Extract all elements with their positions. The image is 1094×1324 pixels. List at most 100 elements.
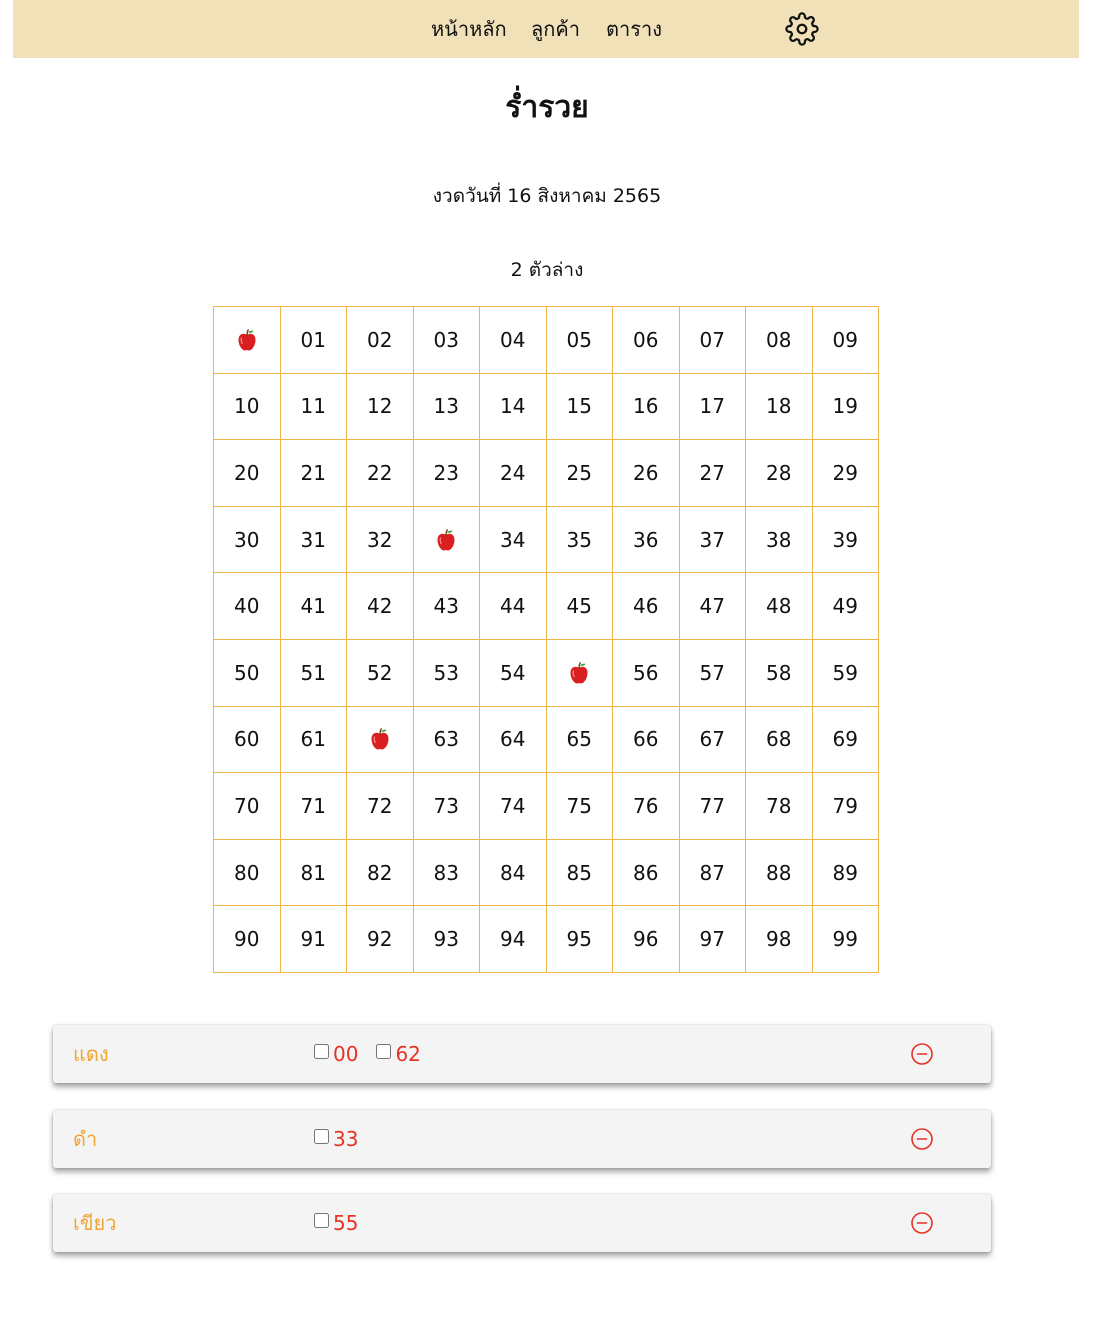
grid-cell[interactable]: 87 — [679, 839, 746, 907]
gear-icon[interactable] — [785, 12, 819, 46]
grid-cell[interactable]: 13 — [413, 373, 480, 441]
grid-cell[interactable]: 10 — [214, 373, 281, 441]
grid-cell[interactable]: 26 — [613, 440, 680, 507]
grid-cell[interactable]: 20 — [214, 440, 281, 507]
group-number-item[interactable]: 55 — [314, 1209, 358, 1237]
remove-circle-icon[interactable] — [910, 1127, 934, 1151]
grid-cell[interactable]: 09 — [812, 307, 879, 374]
grid-cell[interactable]: 80 — [214, 839, 281, 907]
grid-cell[interactable]: 92 — [347, 906, 414, 973]
grid-cell[interactable]: 30 — [214, 506, 281, 574]
grid-cell[interactable]: 34 — [480, 506, 547, 574]
grid-cell[interactable]: 14 — [480, 373, 547, 441]
grid-cell[interactable]: 22 — [347, 440, 414, 507]
grid-cell[interactable]: 53 — [413, 639, 480, 707]
grid-cell[interactable] — [214, 307, 281, 374]
grid-cell[interactable]: 82 — [347, 839, 414, 907]
grid-cell[interactable]: 38 — [746, 506, 813, 574]
grid-cell[interactable]: 93 — [413, 906, 480, 973]
grid-cell[interactable]: 48 — [746, 573, 813, 640]
grid-cell[interactable]: 49 — [812, 573, 879, 640]
grid-cell[interactable]: 42 — [347, 573, 414, 640]
grid-cell[interactable]: 98 — [746, 906, 813, 973]
grid-cell[interactable] — [413, 506, 480, 574]
grid-cell[interactable]: 68 — [746, 706, 813, 774]
grid-cell[interactable]: 95 — [546, 906, 613, 973]
grid-cell[interactable]: 56 — [613, 639, 680, 707]
grid-cell[interactable]: 05 — [546, 307, 613, 374]
grid-cell[interactable]: 54 — [480, 639, 547, 707]
grid-cell[interactable]: 31 — [280, 506, 347, 574]
grid-cell[interactable]: 77 — [679, 773, 746, 840]
grid-cell[interactable]: 15 — [546, 373, 613, 441]
grid-cell[interactable]: 97 — [679, 906, 746, 973]
grid-cell[interactable]: 03 — [413, 307, 480, 374]
number-checkbox[interactable] — [314, 1212, 329, 1228]
grid-cell[interactable] — [347, 706, 414, 774]
grid-cell[interactable]: 75 — [546, 773, 613, 840]
grid-cell[interactable]: 44 — [480, 573, 547, 640]
grid-cell[interactable]: 39 — [812, 506, 879, 574]
nav-customers-link[interactable]: ลูกค้า — [531, 15, 580, 43]
grid-cell[interactable]: 79 — [812, 773, 879, 840]
grid-cell[interactable]: 08 — [746, 307, 813, 374]
grid-cell[interactable]: 45 — [546, 573, 613, 640]
grid-cell[interactable]: 88 — [746, 839, 813, 907]
grid-cell[interactable]: 64 — [480, 706, 547, 774]
grid-cell[interactable]: 27 — [679, 440, 746, 507]
remove-circle-icon[interactable] — [910, 1211, 934, 1235]
grid-cell[interactable]: 46 — [613, 573, 680, 640]
grid-cell[interactable]: 21 — [280, 440, 347, 507]
grid-cell[interactable]: 47 — [679, 573, 746, 640]
number-checkbox[interactable] — [314, 1128, 329, 1144]
grid-cell[interactable]: 65 — [546, 706, 613, 774]
grid-cell[interactable]: 86 — [613, 839, 680, 907]
grid-cell[interactable]: 60 — [214, 706, 281, 774]
grid-cell[interactable]: 43 — [413, 573, 480, 640]
remove-circle-icon[interactable] — [910, 1042, 934, 1066]
grid-cell[interactable]: 69 — [812, 706, 879, 774]
grid-cell[interactable]: 40 — [214, 573, 281, 640]
grid-cell[interactable]: 94 — [480, 906, 547, 973]
grid-cell[interactable]: 72 — [347, 773, 414, 840]
grid-cell[interactable]: 91 — [280, 906, 347, 973]
grid-cell[interactable]: 58 — [746, 639, 813, 707]
grid-cell[interactable]: 73 — [413, 773, 480, 840]
number-checkbox[interactable] — [314, 1043, 329, 1059]
grid-cell[interactable]: 41 — [280, 573, 347, 640]
grid-cell[interactable]: 19 — [812, 373, 879, 441]
nav-home-link[interactable]: หน้าหลัก — [431, 15, 507, 43]
grid-cell[interactable]: 28 — [746, 440, 813, 507]
grid-cell[interactable]: 70 — [214, 773, 281, 840]
grid-cell[interactable]: 96 — [613, 906, 680, 973]
nav-table-link[interactable]: ตาราง — [606, 15, 662, 43]
grid-cell[interactable]: 25 — [546, 440, 613, 507]
group-number-item[interactable]: 00 — [314, 1040, 358, 1068]
grid-cell[interactable]: 83 — [413, 839, 480, 907]
grid-cell[interactable]: 61 — [280, 706, 347, 774]
number-checkbox[interactable] — [376, 1043, 392, 1059]
grid-cell[interactable]: 67 — [679, 706, 746, 774]
group-number-item[interactable]: 33 — [314, 1125, 358, 1153]
grid-cell[interactable]: 51 — [280, 639, 347, 707]
grid-cell[interactable]: 37 — [679, 506, 746, 574]
grid-cell[interactable]: 78 — [746, 773, 813, 840]
grid-cell[interactable]: 85 — [546, 839, 613, 907]
grid-cell[interactable]: 50 — [214, 639, 281, 707]
grid-cell[interactable]: 17 — [679, 373, 746, 441]
grid-cell[interactable]: 29 — [812, 440, 879, 507]
grid-cell[interactable]: 07 — [679, 307, 746, 374]
grid-cell[interactable]: 52 — [347, 639, 414, 707]
grid-cell[interactable]: 57 — [679, 639, 746, 707]
grid-cell[interactable]: 06 — [613, 307, 680, 374]
grid-cell[interactable]: 74 — [480, 773, 547, 840]
grid-cell[interactable]: 84 — [480, 839, 547, 907]
grid-cell[interactable]: 63 — [413, 706, 480, 774]
grid-cell[interactable]: 36 — [613, 506, 680, 574]
grid-cell[interactable]: 59 — [812, 639, 879, 707]
grid-cell[interactable]: 71 — [280, 773, 347, 840]
grid-cell[interactable]: 02 — [347, 307, 414, 374]
grid-cell[interactable]: 66 — [613, 706, 680, 774]
grid-cell[interactable]: 01 — [280, 307, 347, 374]
grid-cell[interactable] — [546, 639, 613, 707]
